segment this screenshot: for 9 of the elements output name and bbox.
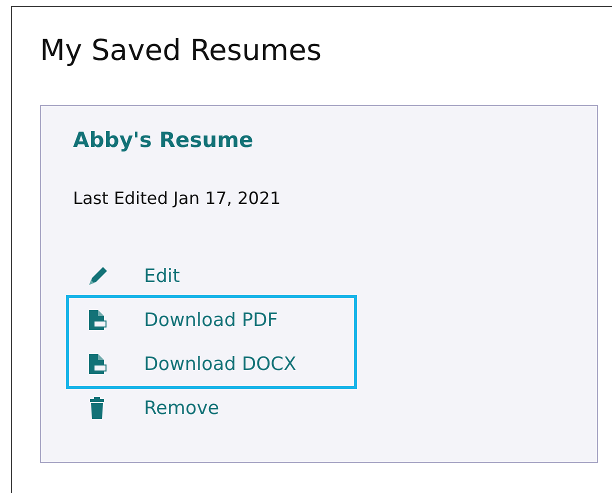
file-icon <box>86 352 108 376</box>
action-link[interactable]: Edit <box>144 262 180 290</box>
action-link[interactable]: Remove <box>144 394 220 422</box>
action-link[interactable]: Download DOCX <box>144 350 296 378</box>
action-link[interactable]: Download PDF <box>144 306 278 334</box>
resume-name: Abby's Resume <box>73 128 254 153</box>
last-edited-text: Last Edited Jan 17, 2021 <box>73 188 282 211</box>
file-icon <box>86 308 108 332</box>
page-title: My Saved Resumes <box>40 33 323 68</box>
